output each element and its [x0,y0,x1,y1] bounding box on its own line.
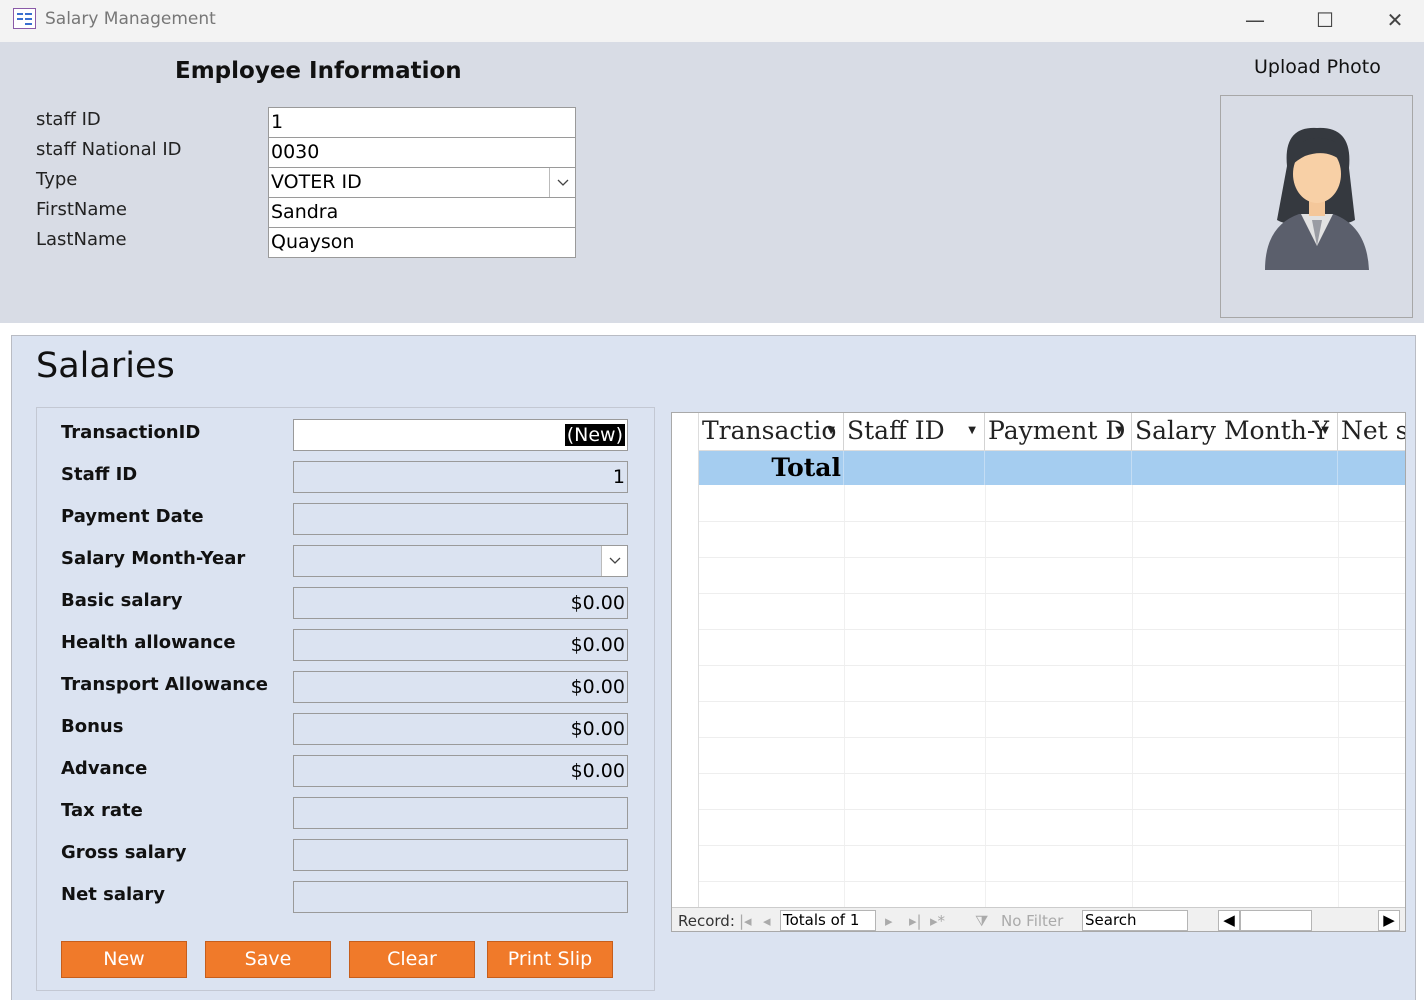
staff-id-field[interactable]: 1 [268,107,576,138]
firstname-field[interactable]: Sandra [268,197,576,228]
column-header-salary-month-year[interactable]: Salary Month-Y ▼ [1132,413,1338,451]
sort-arrow-icon[interactable]: ▼ [1115,413,1123,449]
new-record-icon[interactable]: ▸* [930,912,945,930]
transaction-id-label: TransactionID [61,422,201,443]
minimize-button[interactable]: — [1235,6,1275,34]
employee-photo[interactable] [1220,95,1413,318]
new-record-tag: (New) [564,424,625,446]
clear-button[interactable]: Clear [349,941,475,978]
upload-photo-label[interactable]: Upload Photo [1254,56,1381,78]
employee-header: Employee Information staff ID 1 staff Na… [0,42,1424,323]
payment-date-field[interactable] [293,503,628,535]
save-button[interactable]: Save [205,941,331,978]
sort-arrow-icon[interactable]: ▼ [1321,413,1329,449]
no-filter-toggle[interactable]: No Filter [1001,912,1063,930]
lastname-label: LastName [36,229,127,250]
app-icon [13,8,36,29]
chevron-down-icon[interactable] [549,168,575,197]
record-label: Record: [678,912,735,930]
type-label: Type [36,169,78,190]
national-id-field[interactable]: 0030 [268,137,576,168]
window-title: Salary Management [45,9,216,29]
salary-form: TransactionID (New) Staff ID 1 Payment D… [36,407,655,991]
basic-salary-field[interactable]: $0.00 [293,587,628,619]
record-position-field[interactable]: Totals of 1 [780,910,876,931]
lastname-field[interactable]: Quayson [268,227,576,258]
payment-date-label: Payment Date [61,506,204,527]
print-slip-button[interactable]: Print Slip [487,941,613,978]
person-avatar-icon [1265,127,1369,270]
staff-id-label: staff ID [36,109,101,130]
horizontal-scroll-thumb[interactable] [1240,910,1312,931]
employee-info-title: Employee Information [175,58,462,84]
totals-cell[interactable] [844,451,985,485]
salary-staff-id-field[interactable]: 1 [293,461,628,493]
scroll-right-icon[interactable]: ▶ [1378,910,1400,931]
basic-salary-label: Basic salary [61,590,183,611]
gross-salary-label: Gross salary [61,842,187,863]
type-select[interactable]: VOTER ID [268,167,576,198]
chevron-down-icon[interactable] [601,546,627,576]
sort-arrow-icon[interactable]: ▼ [827,413,835,449]
firstname-label: FirstName [36,199,127,220]
scroll-left-icon[interactable]: ◀ [1218,910,1240,931]
net-salary-label: Net salary [61,884,165,905]
transaction-id-field[interactable]: (New) [293,419,628,451]
tax-rate-field[interactable] [293,797,628,829]
totals-label: Total [699,451,844,485]
tax-rate-label: Tax rate [61,800,143,821]
close-button[interactable]: ✕ [1375,6,1415,34]
maximize-button[interactable]: ☐ [1305,6,1345,34]
totals-row: Total [699,451,1405,485]
grid-search-input[interactable]: Search [1082,910,1188,931]
health-allowance-field[interactable]: $0.00 [293,629,628,661]
advance-field[interactable]: $0.00 [293,755,628,787]
transport-allowance-field[interactable]: $0.00 [293,671,628,703]
next-record-icon[interactable]: ▸ [885,912,893,930]
totals-cell[interactable] [985,451,1132,485]
national-id-label: staff National ID [36,139,182,160]
salary-month-year-label: Salary Month-Year [61,548,246,569]
filter-icon[interactable]: ⧩ [975,912,988,930]
salaries-section: Salaries TransactionID (New) Staff ID 1 … [11,335,1416,1000]
new-button[interactable]: New [61,941,187,978]
advance-label: Advance [61,758,148,779]
column-header-staff-id[interactable]: Staff ID ▼ [844,413,985,451]
salary-datasheet: Transactio ▼ Staff ID ▼ Payment D ▼ Salary … [671,412,1406,932]
transport-allowance-label: Transport Allowance [61,674,268,695]
column-header-transaction[interactable]: Transactio ▼ [699,413,844,451]
prev-record-icon[interactable]: ◂ [763,912,771,930]
type-value: VOTER ID [271,171,362,193]
health-allowance-label: Health allowance [61,632,236,653]
totals-cell[interactable] [1132,451,1338,485]
salary-month-year-select[interactable] [293,545,628,577]
first-record-icon[interactable]: |◂ [739,912,752,930]
net-salary-field[interactable] [293,881,628,913]
title-bar: Salary Management — ☐ ✕ [0,0,1424,42]
record-navigation-bar: Record: |◂ ◂ Totals of 1 ▸ ▸| ▸* ⧩ No Fi… [672,907,1405,931]
last-record-icon[interactable]: ▸| [909,912,922,930]
salaries-title: Salaries [36,346,175,386]
gross-salary-field[interactable] [293,839,628,871]
sort-arrow-icon[interactable]: ▼ [968,413,976,449]
record-selector-column[interactable] [672,413,699,908]
bonus-label: Bonus [61,716,124,737]
salary-staff-id-label: Staff ID [61,464,138,485]
column-header-net-salary[interactable]: Net s [1338,413,1405,451]
bonus-field[interactable]: $0.00 [293,713,628,745]
column-header-payment-date[interactable]: Payment D ▼ [985,413,1132,451]
